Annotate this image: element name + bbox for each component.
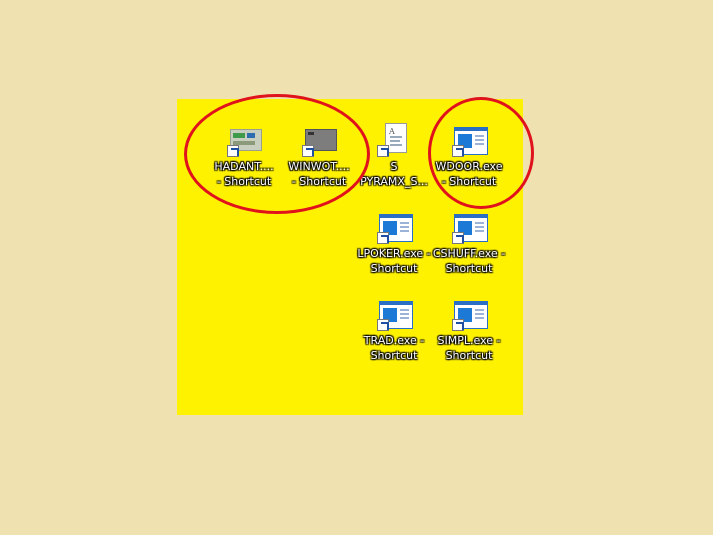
icon-label-line2: Shortcut [445,349,493,362]
annotation-ring-right [428,97,534,209]
shortcut-arrow-icon [377,319,389,331]
exe-window-icon [452,212,488,244]
icon-label-line1: SIMPL.exe - [437,334,501,347]
icon-label-line1: CSHUFF.exe - [432,247,506,260]
annotation-ring-left [184,94,370,214]
shortcut-arrow-icon [377,145,389,157]
shortcut-arrow-icon [452,232,464,244]
icon-label: SIMPL.exe - Shortcut [430,333,508,363]
document-icon: A [377,123,411,157]
icon-label-line1: LPOKER.exe - [357,247,431,260]
exe-window-icon [377,212,413,244]
desktop-icon-cshuff-shortcut[interactable]: CSHUFF.exe - Shortcut [430,212,508,276]
desktop-icon-simpl-shortcut[interactable]: SIMPL.exe - Shortcut [430,299,508,363]
desktop-icon-trad-shortcut[interactable]: TRAD.exe - Shortcut [355,299,433,363]
icon-label-line2: Shortcut [370,349,418,362]
icon-label: TRAD.exe - Shortcut [355,333,433,363]
icon-label-line2: Shortcut [445,262,493,275]
exe-window-icon [452,299,488,331]
icon-label: CSHUFF.exe - Shortcut [430,246,508,276]
desktop-icon-lpoker-shortcut[interactable]: LPOKER.exe - Shortcut [355,212,433,276]
icon-label-line1: TRAD.exe - [363,334,425,347]
shortcut-arrow-icon [452,319,464,331]
icon-label-line2: Shortcut [370,262,418,275]
exe-window-icon [377,299,413,331]
icon-label: LPOKER.exe - Shortcut [355,246,433,276]
shortcut-arrow-icon [377,232,389,244]
icon-label-line2: PYRAMX_S... [360,175,428,188]
